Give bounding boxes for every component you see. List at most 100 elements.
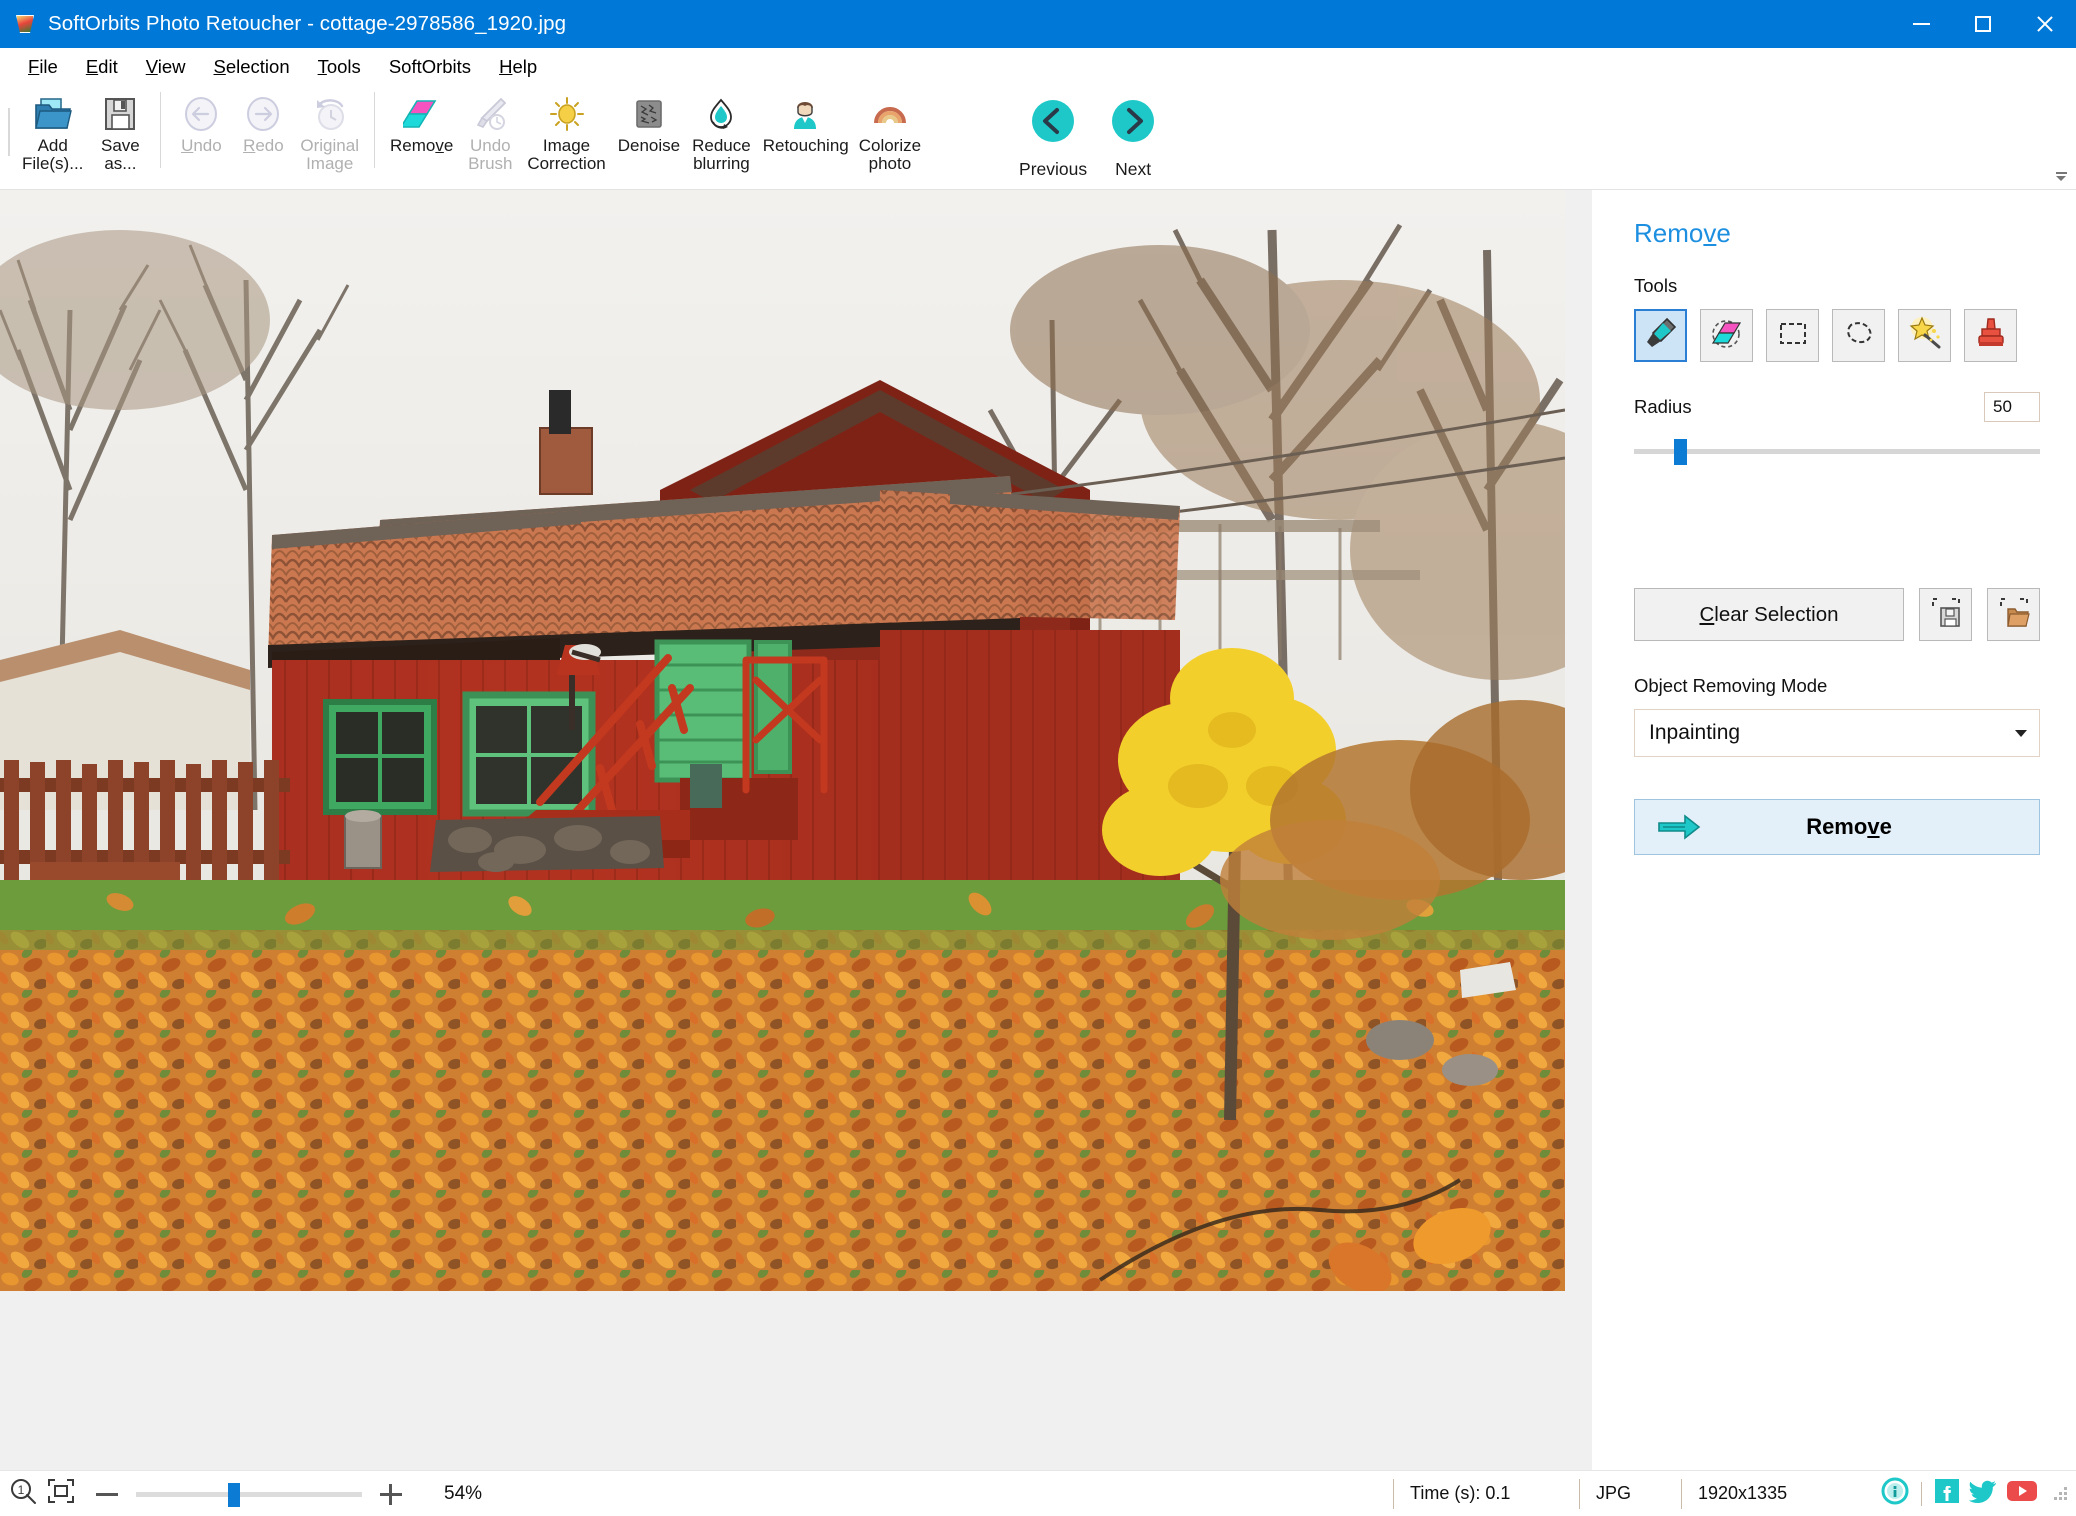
minimize-icon xyxy=(1912,23,1930,25)
social-divider xyxy=(1921,1481,1922,1506)
toolbar-separator-2 xyxy=(373,92,375,168)
toolbar-add-files-button[interactable]: Add File(s)... xyxy=(16,86,89,182)
toolbar-save-as-label: Save as... xyxy=(101,136,140,174)
menu-view[interactable]: View xyxy=(132,52,200,82)
menu-tools[interactable]: Tools xyxy=(304,52,375,82)
tools-row xyxy=(1634,309,2040,362)
zoom-slider-track xyxy=(136,1491,362,1497)
sun-brightness-icon xyxy=(545,93,589,135)
toolbar-redo-button: Redo xyxy=(232,86,294,182)
social-links xyxy=(1881,1477,2038,1510)
status-dimensions: 1920x1335 xyxy=(1681,1478,1851,1509)
rainbow-icon xyxy=(868,93,912,135)
toolbar-next-button[interactable]: Next xyxy=(1093,86,1173,182)
toolbar-reduce-blurring-button[interactable]: Reduce blurring xyxy=(686,86,757,182)
toolbar-undo-label: Undo xyxy=(181,136,222,155)
arrow-right-icon xyxy=(1657,814,1701,840)
radius-slider[interactable] xyxy=(1634,436,2040,466)
toolbar-overflow-icon[interactable] xyxy=(2054,165,2068,181)
chevron-down-icon xyxy=(2015,729,2027,737)
eraser-pink-cyan-icon xyxy=(400,93,444,135)
tool-lasso-select[interactable] xyxy=(1832,309,1885,362)
zoom-in-button[interactable] xyxy=(378,1481,404,1507)
clone-stamp-icon xyxy=(1973,315,2009,356)
toolbar-separator xyxy=(160,92,162,168)
minimize-button[interactable] xyxy=(1890,0,1952,48)
toolbar-original-image-button: Original Image xyxy=(294,86,365,182)
tool-marker-pen[interactable] xyxy=(1634,309,1687,362)
toolbar-next-label: Next xyxy=(1115,159,1152,179)
application-window: SoftOrbits Photo Retoucher - cottage-297… xyxy=(0,0,2076,1516)
status-format: JPG xyxy=(1579,1478,1681,1509)
status-bar: 1 54% Time (s): 0.1 JPG 1920x1335 xyxy=(0,1470,2076,1516)
radius-slider-thumb[interactable] xyxy=(1674,439,1687,465)
zoom-actual-size-button[interactable]: 1 xyxy=(8,1476,38,1511)
facebook-button[interactable] xyxy=(1934,1478,1960,1509)
toolbar-redo-label: Redo xyxy=(243,136,284,155)
toolbar-drag-handle[interactable] xyxy=(6,92,12,172)
menu-edit[interactable]: Edit xyxy=(72,52,132,82)
object-removing-mode-label: Object Removing Mode xyxy=(1634,675,1828,696)
radius-row: Radius 50 xyxy=(1634,392,2040,422)
toolbar-previous-label: Previous xyxy=(1019,159,1088,179)
eraser-selection-icon xyxy=(1709,315,1745,356)
youtube-icon xyxy=(2006,1481,2038,1507)
toolbar-denoise-label: Denoise xyxy=(617,136,681,155)
zoom-out-button[interactable] xyxy=(94,1481,120,1507)
object-removing-mode-value: Inpainting xyxy=(1649,721,1741,744)
youtube-button[interactable] xyxy=(2006,1479,2038,1508)
image-canvas-area[interactable] xyxy=(0,190,1592,1470)
window-controls xyxy=(1890,0,2076,48)
svg-text:1: 1 xyxy=(18,1483,25,1497)
magic-wand-icon xyxy=(1907,315,1943,356)
toolbar-denoise-button[interactable]: Denoise xyxy=(612,86,686,182)
toolbar-previous-button[interactable]: Previous xyxy=(1013,86,1093,182)
redo-arrow-icon xyxy=(241,93,285,135)
tool-rectangle-select[interactable] xyxy=(1766,309,1819,362)
remove-button[interactable]: Remove xyxy=(1634,799,2040,855)
object-removing-mode-select[interactable]: Inpainting xyxy=(1634,709,2040,757)
zoom-slider-thumb[interactable] xyxy=(228,1482,240,1507)
close-button[interactable] xyxy=(2014,0,2076,48)
info-icon xyxy=(1881,1477,1909,1509)
selection-actions-row: Clear Selection xyxy=(1634,588,2040,641)
toolbar-image-correction-button[interactable]: Image Correction xyxy=(521,86,611,182)
resize-grip-icon[interactable] xyxy=(2052,1485,2070,1503)
tool-clone-stamp[interactable] xyxy=(1964,309,2017,362)
twitter-icon xyxy=(1968,1480,1997,1508)
tool-magic-wand[interactable] xyxy=(1898,309,1951,362)
menu-selection[interactable]: Selection xyxy=(200,52,304,82)
panel-title: Remove xyxy=(1634,218,1731,248)
person-portrait-icon xyxy=(783,93,827,135)
zoom-slider[interactable] xyxy=(136,1481,362,1507)
revert-clock-icon xyxy=(308,93,352,135)
toolbar-retouching-button[interactable]: Retouching xyxy=(757,86,853,182)
paintbrush-icon xyxy=(468,93,512,135)
toolbar-image-correction-label: Image Correction xyxy=(527,136,606,174)
twitter-button[interactable] xyxy=(1968,1478,1997,1509)
tool-eraser-selection[interactable] xyxy=(1700,309,1753,362)
save-selection-button[interactable] xyxy=(1919,588,1972,641)
zoom-percent-label: 54% xyxy=(444,1482,483,1504)
canvas-background xyxy=(0,1291,1592,1470)
toolbar-reduce-blurring-label: Reduce blurring xyxy=(692,136,751,174)
toolbar-undo-brush-label: Undo Brush xyxy=(468,136,513,174)
toolbar-colorize-photo-button[interactable]: Colorize photo xyxy=(853,86,927,182)
clear-selection-button[interactable]: Clear Selection xyxy=(1634,588,1904,641)
maximize-button[interactable] xyxy=(1952,0,2014,48)
menu-help[interactable]: Help xyxy=(485,52,551,82)
load-selection-button[interactable] xyxy=(1987,588,2040,641)
marker-pen-icon xyxy=(1643,315,1679,356)
noise-grid-icon xyxy=(627,93,671,135)
chevron-right-circle-icon xyxy=(1109,97,1157,150)
menu-softorbits[interactable]: SoftOrbits xyxy=(375,52,485,82)
photo-image[interactable] xyxy=(0,190,1565,1291)
zoom-actual-size-icon: 1 xyxy=(8,1476,38,1511)
menu-file[interactable]: FFileile xyxy=(14,52,72,82)
radius-input[interactable]: 50 xyxy=(1984,392,2040,422)
toolbar-remove-button[interactable]: Remove xyxy=(384,86,459,182)
toolbar-save-as-button[interactable]: Save as... xyxy=(89,86,151,182)
facebook-icon xyxy=(1934,1479,1960,1508)
info-button[interactable] xyxy=(1881,1477,1909,1510)
fit-to-window-button[interactable] xyxy=(46,1476,76,1511)
